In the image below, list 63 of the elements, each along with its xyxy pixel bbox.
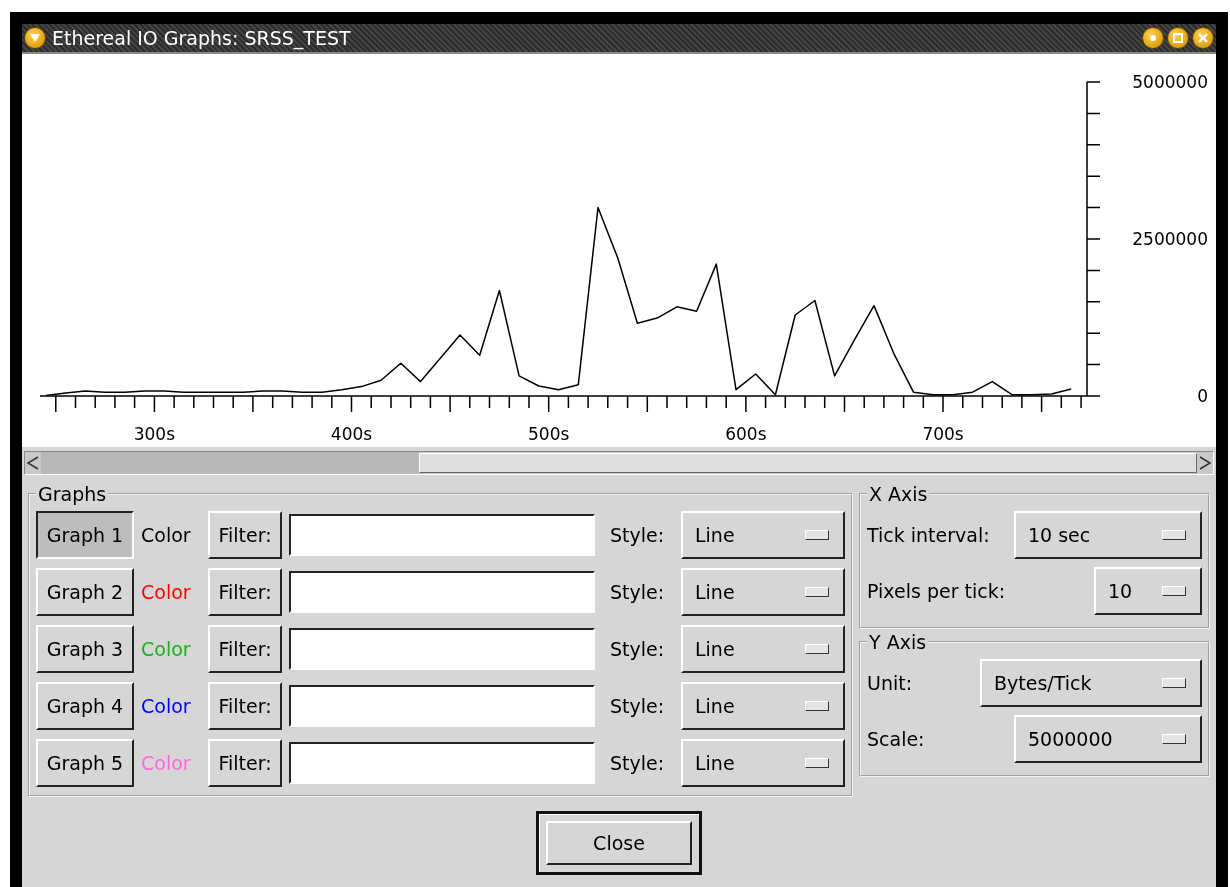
field-label: Pixels per tick:: [867, 580, 1006, 602]
style-dropdown[interactable]: Line: [681, 511, 845, 559]
option-indicator-icon: [805, 644, 829, 654]
option-indicator-icon: [1162, 530, 1186, 540]
option-indicator-icon: [1162, 678, 1186, 688]
option-indicator-icon: [805, 530, 829, 540]
close-button[interactable]: Close: [546, 821, 692, 865]
axis-label: 500s: [528, 424, 570, 444]
option-indicator-icon: [805, 701, 829, 711]
option-indicator-icon: [805, 587, 829, 597]
window-menu-icon[interactable]: [24, 27, 46, 49]
style-label: Style:: [610, 638, 666, 660]
option-dropdown[interactable]: 10 sec: [1014, 511, 1202, 559]
field-label: Unit:: [867, 672, 913, 694]
filter-button[interactable]: Filter:: [208, 568, 282, 616]
scrollbar-thumb[interactable]: [419, 453, 1197, 473]
option-dropdown[interactable]: Bytes/Tick: [980, 659, 1202, 707]
style-label: Style:: [610, 695, 666, 717]
style-dropdown[interactable]: Line: [681, 739, 845, 787]
filter-field[interactable]: [289, 628, 595, 670]
field-label: Tick interval:: [867, 524, 990, 546]
option-dropdown[interactable]: 10: [1094, 567, 1202, 615]
frame-title: X Axis: [868, 483, 929, 505]
axis-label: 0: [1197, 386, 1208, 406]
window-title: Ethereal IO Graphs: SRSS_TEST: [52, 27, 351, 49]
style-label: Style:: [610, 752, 666, 774]
style-dropdown[interactable]: Line: [681, 682, 845, 730]
graph-toggle-button[interactable]: Graph 5: [36, 739, 134, 787]
option-indicator-icon: [1162, 586, 1186, 596]
axis-label: 300s: [133, 424, 175, 444]
filter-button[interactable]: Filter:: [208, 511, 282, 559]
style-dropdown[interactable]: Line: [681, 625, 845, 673]
style-label: Style:: [610, 581, 666, 603]
option-indicator-icon: [805, 758, 829, 768]
filter-button[interactable]: Filter:: [208, 739, 282, 787]
field-label: Scale:: [867, 728, 925, 750]
axis-label: 700s: [922, 424, 964, 444]
style-dropdown[interactable]: Line: [681, 568, 845, 616]
frame-title: Graphs: [37, 483, 108, 505]
axis-label: 2500000: [1132, 229, 1208, 249]
graph-toggle-button[interactable]: Graph 3: [36, 625, 134, 673]
style-label: Style:: [610, 524, 666, 546]
option-dropdown[interactable]: 5000000: [1014, 715, 1202, 763]
minimize-icon[interactable]: [1142, 27, 1164, 49]
close-icon[interactable]: [1192, 27, 1214, 49]
filter-field[interactable]: [289, 571, 595, 613]
filter-button[interactable]: Filter:: [208, 682, 282, 730]
option-indicator-icon: [1162, 734, 1186, 744]
maximize-icon[interactable]: [1167, 27, 1189, 49]
axis-label: 600s: [725, 424, 767, 444]
frame-title: Y Axis: [868, 631, 928, 653]
color-label[interactable]: Color: [141, 524, 201, 546]
axis-label: 400s: [330, 424, 373, 444]
graph-toggle-button[interactable]: Graph 1: [36, 511, 134, 559]
color-label[interactable]: Color: [141, 695, 201, 717]
axis-label: 5000000: [1132, 72, 1208, 92]
graph-toggle-button[interactable]: Graph 4: [36, 682, 134, 730]
filter-field[interactable]: [289, 742, 595, 784]
scrollbar[interactable]: [24, 451, 1214, 475]
filter-button[interactable]: Filter:: [208, 625, 282, 673]
filter-field[interactable]: [289, 685, 595, 727]
filter-field[interactable]: [289, 514, 595, 556]
graph-toggle-button[interactable]: Graph 2: [36, 568, 134, 616]
